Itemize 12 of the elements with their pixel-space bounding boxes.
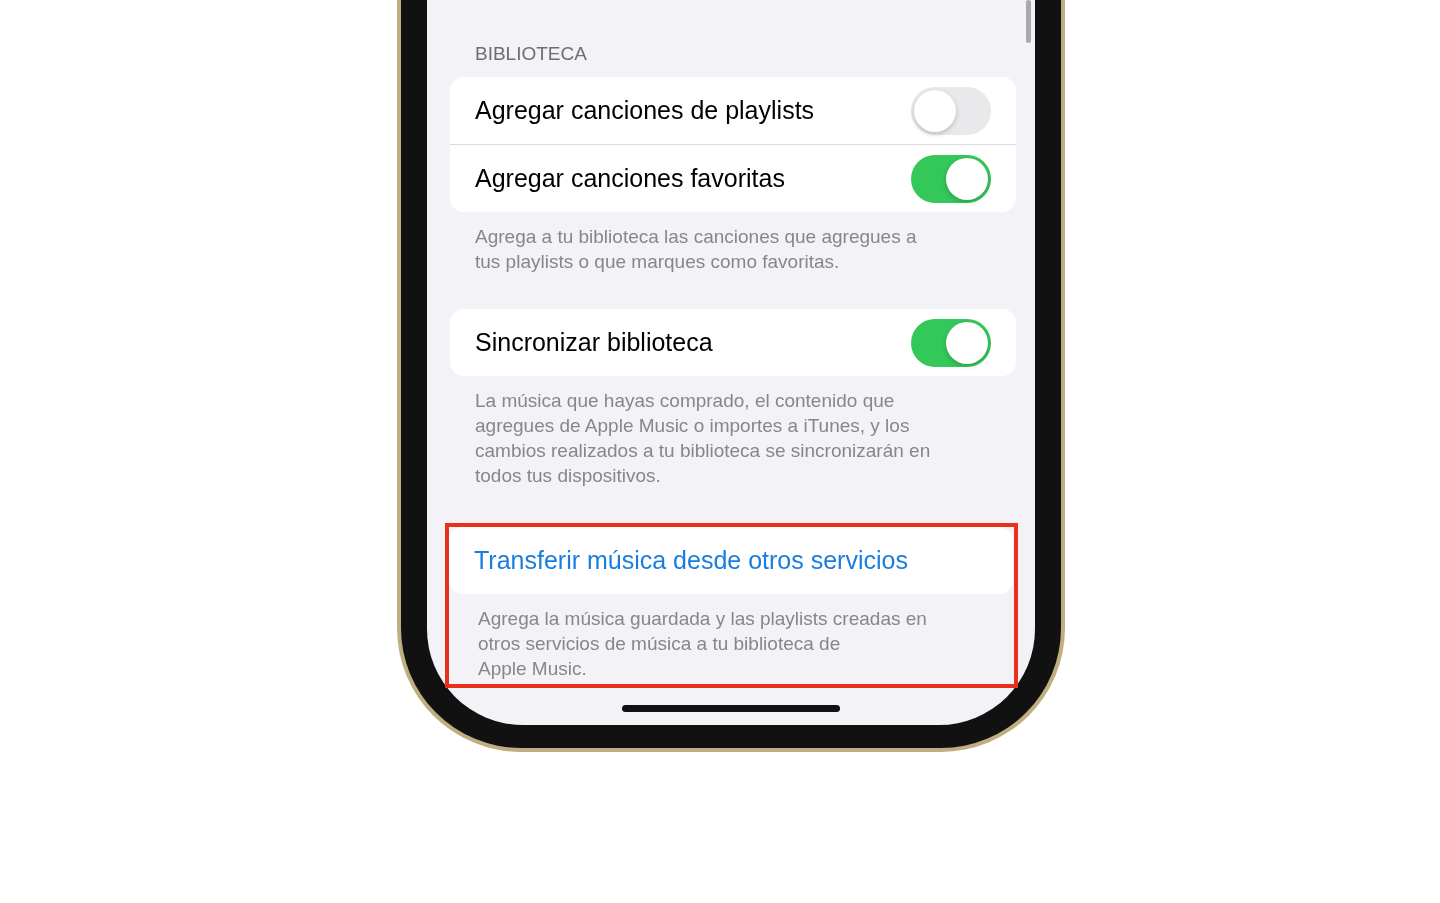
section-footer: Agrega la música guardada y las playlists creadas en otros servicios de música a tu biblioteca de Apple Music. bbox=[449, 594, 1014, 681]
setting-label: Sincronizar biblioteca bbox=[475, 328, 713, 357]
section-header: BIBLIOTECA bbox=[474, 43, 588, 65]
toggle-switch[interactable] bbox=[911, 318, 991, 367]
toggle-switch[interactable] bbox=[911, 154, 991, 203]
section-footer: La música que hayas comprado, el contenido que agregues de Apple Music o importes a iTunes, y los cambios realizados a tu biblioteca se sincronizarán en todos tus dispositivos. bbox=[446, 376, 1016, 488]
scroll-indicator bbox=[1026, 0, 1031, 43]
setting-label: Agregar canciones favoritas bbox=[475, 164, 785, 193]
transfer-link[interactable]: Transferir música desde otros servicios bbox=[474, 546, 908, 575]
section-footer: Agrega a tu biblioteca las canciones que agregues a tus playlists o que marques como favoritas. bbox=[446, 212, 1016, 274]
toggle-switch[interactable] bbox=[911, 86, 991, 135]
setting-label: Agregar canciones de playlists bbox=[475, 96, 815, 125]
